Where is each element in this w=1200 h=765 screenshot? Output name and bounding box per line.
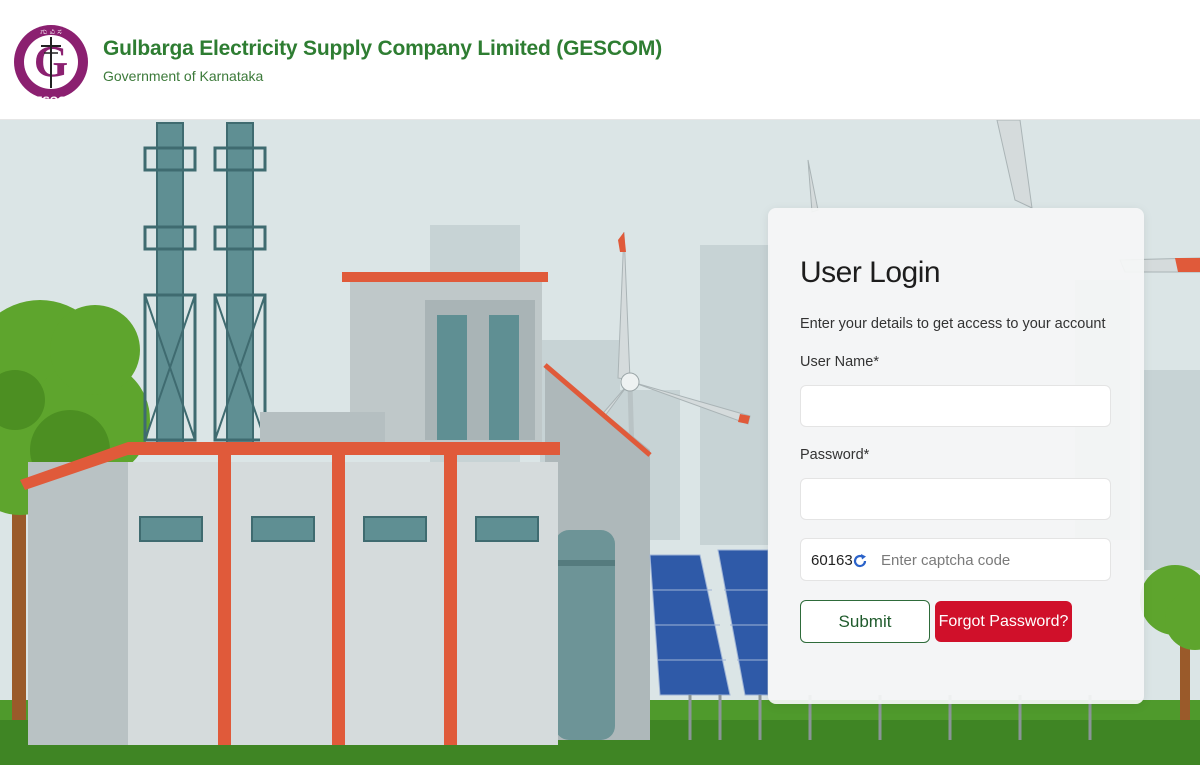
captcha-code: 60163 <box>811 552 853 569</box>
login-subtitle: Enter your details to get access to your… <box>800 316 1106 332</box>
svg-text:GESCOM: GESCOM <box>27 95 76 107</box>
org-title: Gulbarga Electricity Supply Company Limi… <box>103 37 663 60</box>
site-header: G GESCOM ಗು ವಿ ಸ Gulbarga Electricity Su… <box>0 0 1200 120</box>
captcha-box: 60163 <box>800 538 1111 581</box>
forgot-password-button[interactable]: Forgot Password? <box>935 601 1072 642</box>
login-title: User Login <box>800 256 941 289</box>
username-input[interactable] <box>800 385 1111 427</box>
login-card: User Login Enter your details to get acc… <box>768 208 1144 704</box>
password-input[interactable] <box>800 478 1111 520</box>
svg-text:ಗು ವಿ ಸ: ಗು ವಿ ಸ <box>40 27 61 36</box>
password-label: Password* <box>800 447 870 463</box>
captcha-input[interactable] <box>881 543 1103 577</box>
refresh-icon[interactable] <box>852 553 868 569</box>
org-subtitle: Government of Karnataka <box>103 68 264 84</box>
gescom-logo-icon[interactable]: G GESCOM ಗು ವಿ ಸ <box>12 10 90 114</box>
submit-button[interactable]: Submit <box>800 600 930 643</box>
username-label: User Name* <box>800 354 879 370</box>
